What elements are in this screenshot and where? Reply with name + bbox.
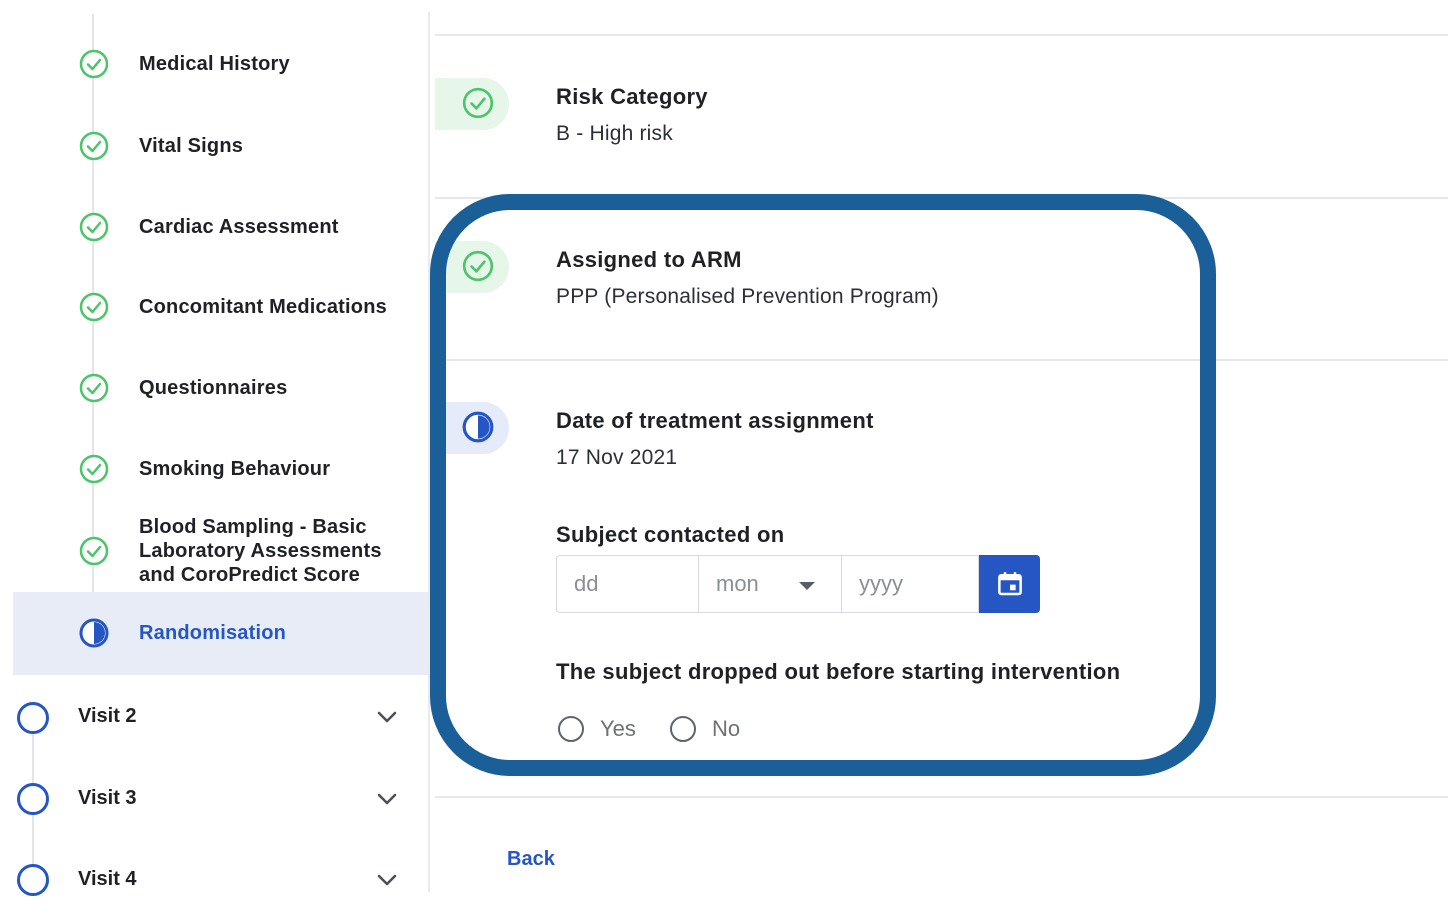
year-field[interactable]: yyyy — [842, 555, 979, 613]
radio-circle-icon — [558, 716, 584, 742]
sidebar-item-concomitant-medications[interactable]: Concomitant Medications — [0, 291, 428, 323]
month-value: mon — [716, 571, 759, 596]
check-circle-icon — [79, 131, 109, 161]
dropout-question-title: The subject dropped out before starting … — [556, 659, 1121, 684]
empty-circle-icon — [17, 783, 49, 815]
radio-label-yes: Yes — [600, 716, 636, 741]
sidebar-item-vital-signs[interactable]: Vital Signs — [0, 130, 428, 162]
radio-yes[interactable]: Yes — [558, 716, 636, 742]
annotation-highlight-box — [430, 194, 1216, 776]
risk-category-value: B - High risk — [556, 122, 673, 145]
sidebar-item-label-line2: Laboratory Assessments — [139, 540, 382, 562]
caret-down-icon — [799, 582, 815, 590]
sidebar-item-medical-history[interactable]: Medical History — [0, 48, 428, 80]
calendar-button[interactable] — [979, 555, 1040, 613]
section-divider — [435, 796, 1448, 798]
check-circle-icon — [462, 87, 494, 119]
half-circle-progress-icon — [79, 618, 109, 648]
empty-circle-icon — [17, 702, 49, 734]
sidebar-item-questionnaires[interactable]: Questionnaires — [0, 372, 428, 404]
sidebar-item-label: Questionnaires — [139, 377, 288, 399]
chevron-down-icon[interactable] — [376, 710, 398, 724]
sidebar-item-label: Concomitant Medications — [139, 296, 387, 318]
treatment-date-value: 17 Nov 2021 — [556, 446, 678, 469]
check-circle-icon — [462, 250, 494, 282]
assigned-arm-value: PPP (Personalised Prevention Program) — [556, 285, 939, 308]
sidebar-item-label: Cardiac Assessment — [139, 216, 339, 238]
sidebar-divider — [428, 12, 430, 892]
sidebar-item-visit-4[interactable]: Visit 4 — [0, 863, 428, 923]
risk-category-title: Risk Category — [556, 84, 708, 109]
status-chip-complete — [435, 241, 509, 293]
check-circle-icon — [79, 454, 109, 484]
status-chip-in-progress — [435, 402, 509, 454]
radio-circle-icon — [670, 716, 696, 742]
sidebar-nav: Medical History Vital Signs Cardiac Asse… — [0, 0, 428, 896]
year-placeholder: yyyy — [859, 571, 903, 596]
sidebar-item-cardiac-assessment[interactable]: Cardiac Assessment — [0, 211, 428, 243]
radio-no[interactable]: No — [670, 716, 740, 742]
check-circle-icon — [79, 373, 109, 403]
sidebar-item-label-line1: Blood Sampling - Basic — [139, 516, 367, 538]
section-divider — [435, 34, 1448, 36]
sidebar-item-smoking-behaviour[interactable]: Smoking Behaviour — [0, 453, 428, 485]
sidebar-item-blood-sampling[interactable]: Blood Sampling - Basic Laboratory Assess… — [0, 514, 428, 588]
check-circle-icon — [79, 292, 109, 322]
section-divider — [435, 359, 1448, 361]
month-select[interactable]: mon — [699, 555, 842, 613]
half-circle-progress-icon — [462, 411, 494, 443]
day-placeholder: dd — [574, 571, 599, 596]
visit-label: Visit 2 — [78, 705, 137, 727]
section-divider — [435, 197, 1448, 199]
chevron-down-icon[interactable] — [376, 792, 398, 806]
assigned-arm-title: Assigned to ARM — [556, 247, 742, 272]
sidebar-item-visit-3[interactable]: Visit 3 — [0, 782, 428, 842]
chevron-down-icon[interactable] — [376, 873, 398, 887]
check-circle-icon — [79, 49, 109, 79]
check-circle-icon — [79, 212, 109, 242]
subject-contacted-date-input: dd mon yyyy — [556, 555, 1040, 613]
visit-label: Visit 3 — [78, 787, 137, 809]
day-field[interactable]: dd — [556, 555, 699, 613]
sidebar-item-randomisation[interactable]: Randomisation — [0, 617, 428, 649]
back-link[interactable]: Back — [507, 848, 555, 871]
sidebar-item-label-line3: and CoroPredict Score — [139, 564, 360, 586]
check-circle-icon — [79, 536, 109, 566]
status-chip-complete — [435, 78, 509, 130]
visit-label: Visit 4 — [78, 868, 137, 890]
empty-circle-icon — [17, 864, 49, 896]
sidebar-item-visit-2[interactable]: Visit 2 — [0, 700, 428, 760]
subject-contacted-title: Subject contacted on — [556, 522, 785, 547]
sidebar-item-label: Randomisation — [139, 622, 287, 644]
sidebar-item-label: Vital Signs — [139, 135, 244, 157]
sidebar-item-label: Smoking Behaviour — [139, 458, 331, 480]
radio-label-no: No — [712, 716, 741, 741]
calendar-icon — [997, 572, 1022, 596]
treatment-date-title: Date of treatment assignment — [556, 408, 874, 433]
sidebar-item-label: Medical History — [139, 53, 290, 75]
